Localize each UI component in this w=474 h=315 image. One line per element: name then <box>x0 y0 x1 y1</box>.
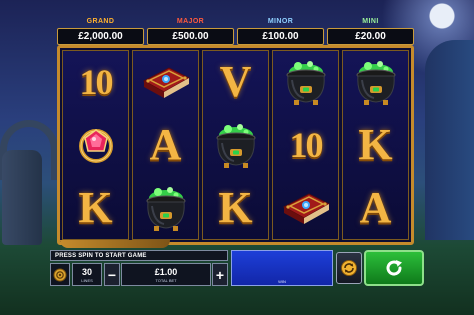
symbol-letter: A <box>149 120 182 169</box>
symbol-cauldron <box>203 114 268 177</box>
decrease-bet-button[interactable]: − <box>104 263 120 286</box>
symbol-V: V <box>203 51 268 114</box>
settings-button[interactable] <box>50 263 70 286</box>
symbol-ruby-ring <box>63 114 128 177</box>
jackpot-grand-title: GRAND <box>86 18 115 25</box>
cauldron-icon <box>356 61 395 106</box>
tree-trunk <box>425 40 474 240</box>
reel-5: KA <box>342 50 409 240</box>
win-label: WIN <box>278 279 286 284</box>
symbol-letter: V <box>219 57 252 107</box>
reel-3: VK <box>202 50 269 240</box>
symbol-cauldron <box>273 51 338 114</box>
control-bar: PRESS SPIN TO START GAME 30 LINES − £1.0… <box>50 250 424 287</box>
symbol-A: A <box>343 176 408 239</box>
lines-label: LINES <box>81 278 93 283</box>
jackpot-mini-title: MINI <box>362 18 379 25</box>
symbol-A: A <box>133 114 198 177</box>
bet-label: TOTAL BET <box>155 278 177 283</box>
symbol-10: 10 <box>63 51 128 114</box>
jackpot-mini-amount: £20.00 <box>327 28 414 45</box>
symbol-K: K <box>203 176 268 239</box>
jackpot-minor-title: MINOR <box>267 18 294 25</box>
symbol-spell-book <box>133 51 198 114</box>
symbol-letter: 10 <box>289 125 324 165</box>
symbol-letter: K <box>358 120 393 169</box>
cauldron-icon <box>146 186 185 231</box>
spin-arrow-icon <box>386 260 402 276</box>
jackpot-minor-amount: £100.00 <box>237 28 324 45</box>
jackpot-major: MAJOR £500.00 <box>147 18 234 45</box>
symbol-10: 10 <box>273 114 338 177</box>
autoplay-icon <box>341 260 357 276</box>
reel-4: 10 <box>272 50 339 240</box>
jackpot-grand: GRAND £2,000.00 <box>57 18 144 45</box>
cauldron-icon <box>216 124 255 168</box>
symbol-cauldron <box>343 51 408 114</box>
jackpot-panel: GRAND £2,000.00 MAJOR £500.00 MINOR £100… <box>57 18 414 45</box>
symbol-spell-book <box>273 176 338 239</box>
symbol-letter: K <box>218 182 253 232</box>
bet-value: £1.00 <box>154 267 178 277</box>
frame-ornament <box>60 240 170 248</box>
symbol-letter: K <box>78 182 113 232</box>
increase-bet-button[interactable]: + <box>212 263 228 286</box>
symbol-K: K <box>63 176 128 239</box>
status-message: PRESS SPIN TO START GAME <box>50 250 228 261</box>
win-display: WIN <box>231 250 333 286</box>
jackpot-mini: MINI £20.00 <box>327 18 414 45</box>
spin-button[interactable] <box>364 250 424 286</box>
gear-icon <box>53 268 67 281</box>
reel-1: 10 K <box>62 50 129 240</box>
jackpot-major-title: MAJOR <box>176 18 205 25</box>
ruby-ring-icon <box>78 129 113 163</box>
jackpot-minor: MINOR £100.00 <box>237 18 324 45</box>
jackpot-major-amount: £500.00 <box>147 28 234 45</box>
symbol-letter: A <box>359 182 392 232</box>
symbol-cauldron <box>133 176 198 239</box>
lines-value: 30 <box>81 267 92 277</box>
reel-area: 10 K A V K 10 K A <box>57 45 414 245</box>
jackpot-grand-amount: £2,000.00 <box>57 28 144 45</box>
reel-2: A <box>132 50 199 240</box>
spell-book-icon <box>282 193 330 224</box>
autoplay-button[interactable] <box>336 252 362 284</box>
total-bet-display: £1.00 TOTAL BET <box>121 263 211 286</box>
symbol-K: K <box>343 114 408 177</box>
spell-book-icon <box>142 67 190 99</box>
symbol-letter: 10 <box>79 62 114 103</box>
standing-stone <box>2 150 42 245</box>
cauldron-icon <box>286 61 325 106</box>
lines-display: 30 LINES <box>72 263 102 286</box>
